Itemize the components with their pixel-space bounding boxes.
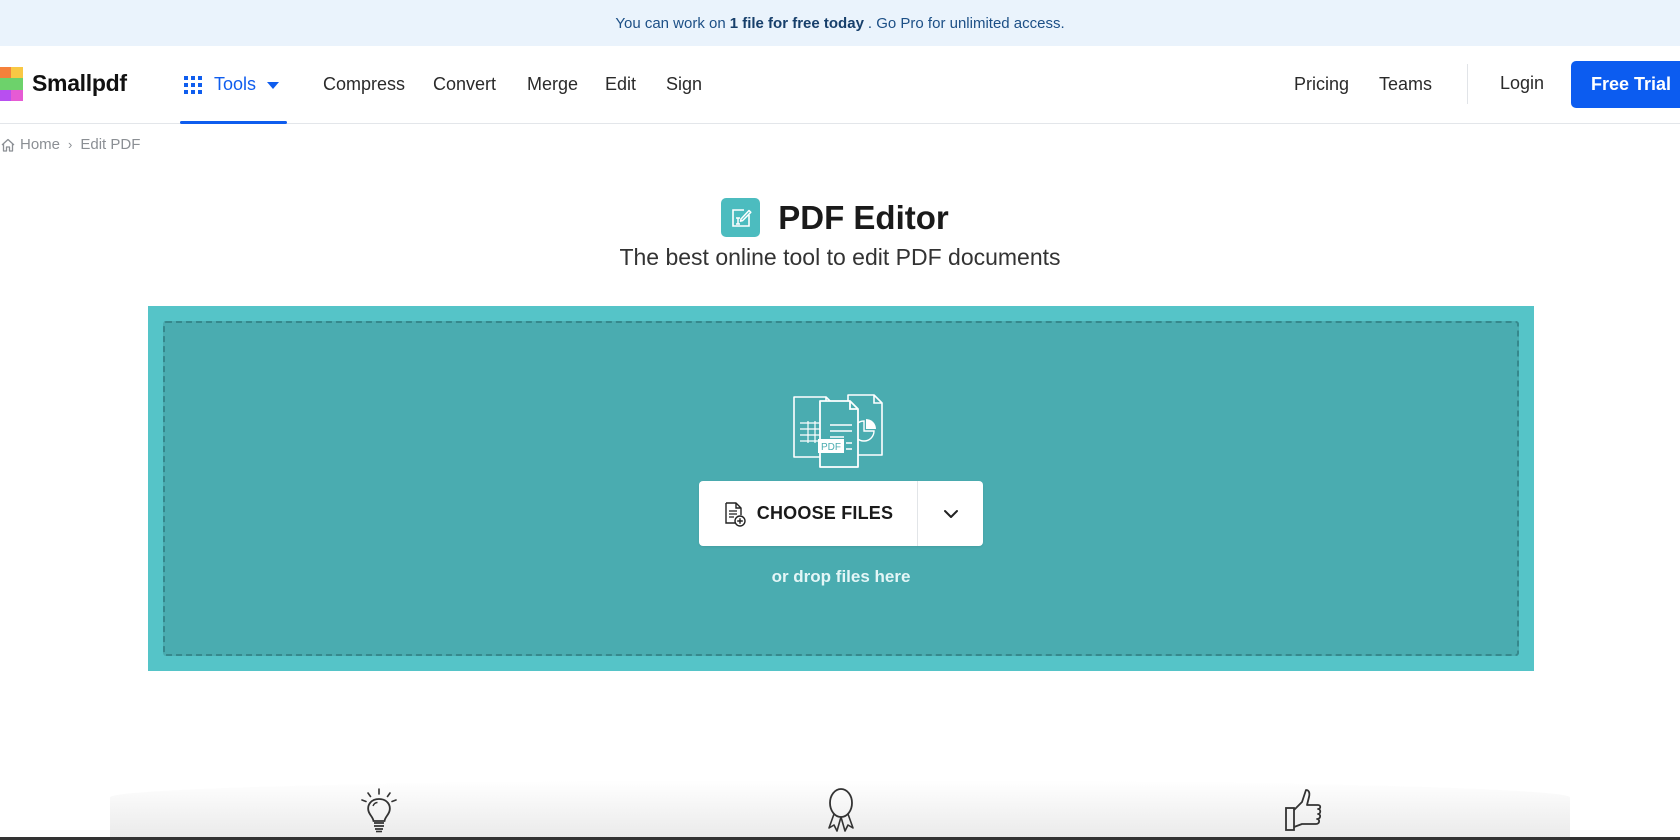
banner-text-start: You can work on: [615, 14, 726, 32]
nav-pricing[interactable]: Pricing: [1294, 74, 1349, 95]
edit-pdf-icon: [721, 198, 761, 237]
choose-files-button-group: CHOOSE FILES: [699, 481, 983, 546]
tools-label: Tools: [214, 74, 257, 94]
choose-files-button[interactable]: CHOOSE FILES: [699, 481, 918, 546]
nav-convert[interactable]: Convert: [433, 74, 496, 95]
nav-sign[interactable]: Sign: [666, 74, 702, 95]
apps-grid-icon: [184, 75, 202, 94]
tools-menu-button[interactable]: Tools: [180, 46, 287, 124]
dropzone-dashed-area[interactable]: PDF CHOOSE FILES or drop files here: [163, 321, 1519, 656]
smallpdf-logo-icon[interactable]: [0, 67, 23, 101]
banner-text-end: . Go Pro for unlimited access.: [867, 14, 1065, 32]
page-header: PDF Editor: [0, 198, 1680, 237]
breadcrumb-current: Edit PDF: [80, 136, 141, 153]
home-icon: [1, 138, 15, 152]
nav-merge[interactable]: Merge: [527, 74, 578, 95]
thumbs-up-icon: [1285, 789, 1322, 831]
breadcrumb-separator: ›: [68, 137, 73, 152]
illustration-pdf-badge: PDF: [821, 442, 841, 453]
file-dropzone[interactable]: PDF CHOOSE FILES or drop files here: [148, 306, 1534, 671]
page-title: PDF Editor: [778, 198, 949, 236]
banner-text-bold: 1 file for free today: [729, 14, 864, 32]
header-divider: [1467, 64, 1468, 104]
chevron-down-icon: [943, 509, 958, 518]
choose-files-options-dropdown[interactable]: [918, 481, 983, 546]
breadcrumb: Home › Edit PDF: [0, 136, 140, 153]
free-trial-button[interactable]: Free Trial: [1571, 61, 1680, 108]
login-link[interactable]: Login: [1500, 73, 1544, 94]
promo-banner: You can work on 1 file for free today . …: [0, 0, 1680, 46]
brand-name[interactable]: Smallpdf: [32, 70, 127, 97]
page-subtitle: The best online tool to edit PDF documen…: [619, 244, 1061, 270]
breadcrumb-home[interactable]: Home: [20, 136, 60, 153]
award-ribbon-icon: [828, 788, 854, 832]
caret-down-icon: [267, 82, 280, 89]
add-file-icon: [725, 501, 746, 527]
active-tab-indicator: [180, 121, 287, 124]
site-header: Smallpdf Tools Compress Convert Merge Ed…: [0, 46, 1680, 124]
choose-files-label: CHOOSE FILES: [756, 503, 894, 523]
nav-compress[interactable]: Compress: [323, 74, 405, 95]
lightbulb-icon: [361, 788, 397, 833]
nav-teams[interactable]: Teams: [1379, 74, 1432, 95]
nav-edit[interactable]: Edit: [605, 74, 636, 95]
documents-illustration-icon: PDF: [793, 394, 883, 468]
drop-files-hint: or drop files here: [771, 567, 911, 586]
